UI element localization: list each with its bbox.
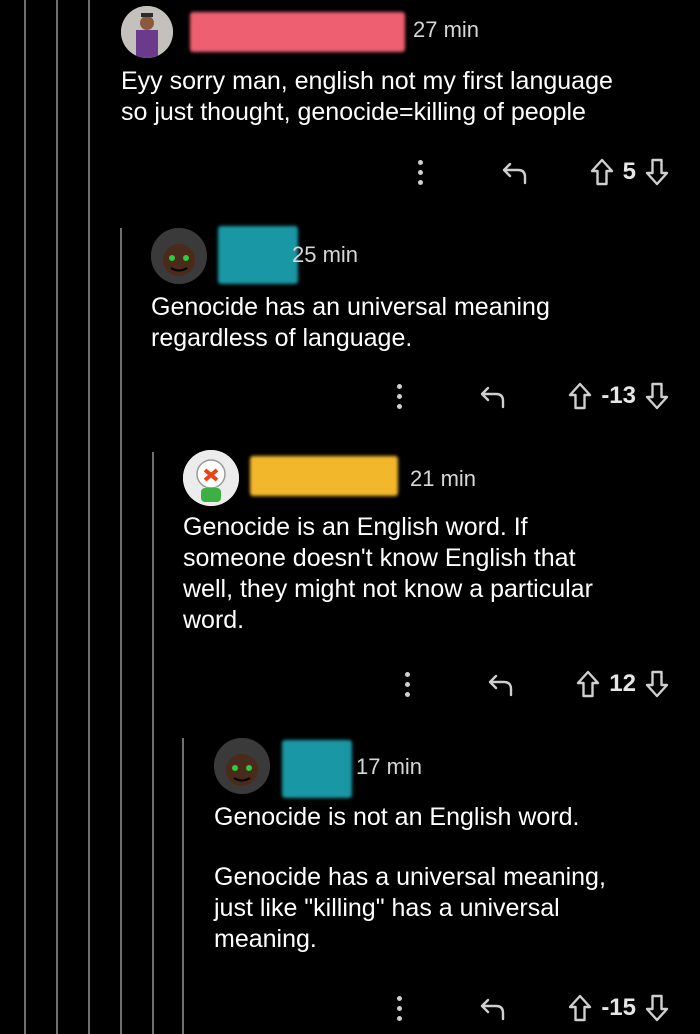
avatar[interactable]: [214, 738, 270, 794]
comment-actions: 5: [411, 154, 670, 190]
comment-4: 17 min Genocide is not an English word. …: [0, 734, 700, 1034]
reply-icon[interactable]: [479, 993, 509, 1023]
username-redaction: [250, 456, 398, 496]
timestamp: 17 min: [356, 754, 423, 779]
avatar[interactable]: [183, 450, 239, 506]
more-options-icon[interactable]: [389, 378, 409, 414]
downvote-icon[interactable]: [644, 381, 670, 411]
username-redaction: [218, 226, 298, 284]
comment-2: 25 min Genocide has an universal meaning…: [0, 224, 700, 424]
more-options-icon[interactable]: [397, 666, 417, 702]
username-redaction: [282, 740, 352, 798]
comment-3: 21 min Genocide is an English word. If s…: [0, 448, 700, 718]
reply-icon[interactable]: [487, 669, 517, 699]
vote-score: 5: [622, 158, 636, 185]
downvote-icon[interactable]: [644, 157, 670, 187]
timestamp: 25 min: [292, 242, 359, 267]
comment-body: Genocide is an English word. If someone …: [183, 512, 593, 636]
comment-line: Genocide has a universal meaning,: [214, 863, 606, 891]
avatar[interactable]: [121, 6, 173, 58]
comment-line: just like "killing" has a universal: [214, 894, 560, 922]
more-options-icon[interactable]: [389, 990, 409, 1026]
comment-line: meaning.: [214, 925, 317, 953]
reply-icon[interactable]: [501, 157, 531, 187]
avatar[interactable]: [151, 228, 207, 284]
comment-actions: -13: [389, 378, 670, 414]
more-options-icon[interactable]: [411, 154, 431, 190]
vote-score: -13: [601, 382, 636, 409]
upvote-icon[interactable]: [575, 669, 601, 699]
comment-line: word.: [183, 606, 245, 634]
vote-score: -15: [601, 994, 636, 1021]
downvote-icon[interactable]: [644, 993, 670, 1023]
timestamp: 21 min: [410, 466, 477, 491]
comment-line: so just thought, genocide=killing of peo…: [121, 98, 586, 126]
comment-actions: -15: [389, 990, 670, 1026]
comment-actions: 12: [397, 666, 670, 702]
downvote-icon[interactable]: [644, 669, 670, 699]
upvote-icon[interactable]: [567, 993, 593, 1023]
reply-icon[interactable]: [479, 381, 509, 411]
comment-body: Genocide has an universal meaning regard…: [151, 292, 550, 354]
vote-score: 12: [609, 670, 636, 697]
comment-line: Genocide has an universal meaning: [151, 293, 550, 321]
comment-line: Eyy sorry man, english not my first lang…: [121, 67, 613, 95]
upvote-icon[interactable]: [589, 157, 615, 187]
comment-body: Eyy sorry man, english not my first lang…: [121, 66, 613, 128]
comment-line: Genocide is not an English word.: [214, 803, 580, 831]
timestamp: 27 min: [413, 17, 480, 42]
comment-line: Genocide is an English word. If: [183, 513, 528, 541]
upvote-icon[interactable]: [567, 381, 593, 411]
comment-1: 27 min Eyy sorry man, english not my fir…: [0, 0, 700, 200]
comment-line: regardless of language.: [151, 324, 413, 352]
comment-line: [214, 833, 606, 862]
username-redaction: [190, 12, 405, 52]
comment-line: someone doesn't know English that: [183, 544, 576, 572]
comment-body: Genocide is not an English word. Genocid…: [214, 802, 606, 955]
comment-line: well, they might not know a particular: [183, 575, 593, 603]
